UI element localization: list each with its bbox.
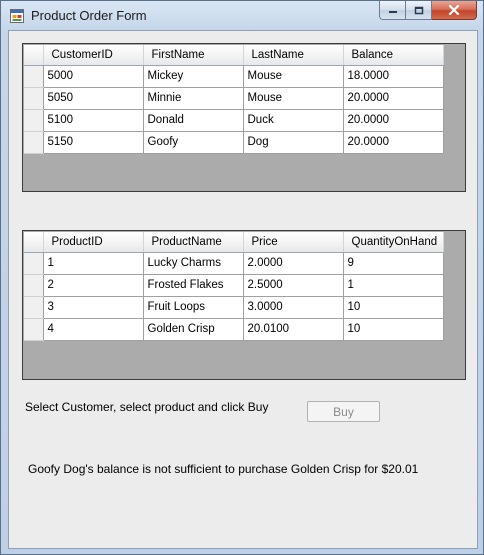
status-message: Goofy Dog's balance is not sufficient to…	[28, 462, 419, 476]
column-header-price[interactable]: Price	[243, 232, 344, 253]
customers-table: CustomerID FirstName LastName Balance 50…	[24, 45, 444, 154]
grid-cell[interactable]: 3.0000	[243, 296, 344, 319]
row-header-corner[interactable]	[24, 232, 44, 253]
column-header-lastname[interactable]: LastName	[243, 45, 344, 66]
grid-cell[interactable]: 18.0000	[343, 65, 444, 88]
grid-cell[interactable]: 10	[343, 296, 444, 319]
column-header-firstname[interactable]: FirstName	[143, 45, 244, 66]
grid-cell[interactable]: 5100	[43, 109, 144, 132]
grid-cell[interactable]: 5050	[43, 87, 144, 110]
table-row[interactable]: 1 Lucky Charms 2.0000 9	[24, 252, 444, 275]
grid-cell[interactable]: 9	[343, 252, 444, 275]
column-header-productname[interactable]: ProductName	[143, 232, 244, 253]
close-button[interactable]	[432, 1, 477, 20]
grid-cell[interactable]: Golden Crisp	[143, 318, 244, 341]
product-order-form-window: Product Order Form CustomerID FirstName …	[0, 0, 484, 555]
grid-cell[interactable]: Donald	[143, 109, 244, 132]
grid-cell[interactable]: 5150	[43, 131, 144, 154]
row-header[interactable]	[24, 252, 44, 275]
table-row[interactable]: 5050 Minnie Mouse 20.0000	[24, 87, 444, 110]
grid-cell[interactable]: Goofy	[143, 131, 244, 154]
grid-cell[interactable]: 20.0000	[343, 87, 444, 110]
table-row[interactable]: 5000 Mickey Mouse 18.0000	[24, 65, 444, 88]
row-header[interactable]	[24, 65, 44, 88]
products-grid[interactable]: ProductID ProductName Price QuantityOnHa…	[22, 230, 466, 380]
table-row[interactable]: 2 Frosted Flakes 2.5000 1	[24, 274, 444, 297]
grid-cell[interactable]: Dog	[243, 131, 344, 154]
grid-cell[interactable]: Frosted Flakes	[143, 274, 244, 297]
table-row[interactable]: 5100 Donald Duck 20.0000	[24, 109, 444, 132]
caption-buttons	[379, 1, 477, 21]
grid-cell[interactable]: 1	[343, 274, 444, 297]
customers-header-row: CustomerID FirstName LastName Balance	[24, 45, 444, 66]
row-header[interactable]	[24, 87, 44, 110]
table-row[interactable]: 5150 Goofy Dog 20.0000	[24, 131, 444, 154]
grid-cell[interactable]: 1	[43, 252, 144, 275]
grid-cell[interactable]: 20.0100	[243, 318, 344, 341]
grid-cell[interactable]: 2	[43, 274, 144, 297]
grid-cell[interactable]: Lucky Charms	[143, 252, 244, 275]
title-bar[interactable]: Product Order Form	[1, 1, 483, 31]
row-header[interactable]	[24, 109, 44, 132]
minimize-icon	[388, 11, 397, 13]
grid-cell[interactable]: Duck	[243, 109, 344, 132]
column-header-productid[interactable]: ProductID	[43, 232, 144, 253]
grid-cell[interactable]: 20.0000	[343, 109, 444, 132]
grid-cell[interactable]: 4	[43, 318, 144, 341]
row-header[interactable]	[24, 131, 44, 154]
window-title: Product Order Form	[31, 8, 147, 23]
products-table: ProductID ProductName Price QuantityOnHa…	[24, 232, 444, 341]
grid-cell[interactable]: 2.5000	[243, 274, 344, 297]
grid-cell[interactable]: Mickey	[143, 65, 244, 88]
maximize-icon	[414, 6, 423, 14]
grid-cell[interactable]: 3	[43, 296, 144, 319]
row-header[interactable]	[24, 296, 44, 319]
table-row[interactable]: 3 Fruit Loops 3.0000 10	[24, 296, 444, 319]
instruction-label: Select Customer, select product and clic…	[25, 400, 269, 414]
customers-grid[interactable]: CustomerID FirstName LastName Balance 50…	[22, 43, 466, 192]
grid-cell[interactable]: 2.0000	[243, 252, 344, 275]
table-row[interactable]: 4 Golden Crisp 20.0100 10	[24, 318, 444, 341]
grid-cell[interactable]: Minnie	[143, 87, 244, 110]
row-header[interactable]	[24, 318, 44, 341]
grid-cell[interactable]: 10	[343, 318, 444, 341]
form-client-area: CustomerID FirstName LastName Balance 50…	[8, 30, 478, 549]
column-header-quantityonhand[interactable]: QuantityOnHand	[343, 232, 444, 253]
row-header-corner[interactable]	[24, 45, 44, 66]
grid-cell[interactable]: 20.0000	[343, 131, 444, 154]
column-header-customerid[interactable]: CustomerID	[43, 45, 144, 66]
maximize-button[interactable]	[406, 1, 432, 20]
column-header-balance[interactable]: Balance	[343, 45, 444, 66]
buy-button[interactable]: Buy	[307, 401, 380, 422]
close-icon	[448, 5, 460, 15]
row-header[interactable]	[24, 274, 44, 297]
app-form-icon	[10, 9, 24, 23]
grid-cell[interactable]: Fruit Loops	[143, 296, 244, 319]
grid-cell[interactable]: Mouse	[243, 87, 344, 110]
products-header-row: ProductID ProductName Price QuantityOnHa…	[24, 232, 444, 253]
grid-cell[interactable]: 5000	[43, 65, 144, 88]
minimize-button[interactable]	[379, 1, 406, 20]
grid-cell[interactable]: Mouse	[243, 65, 344, 88]
